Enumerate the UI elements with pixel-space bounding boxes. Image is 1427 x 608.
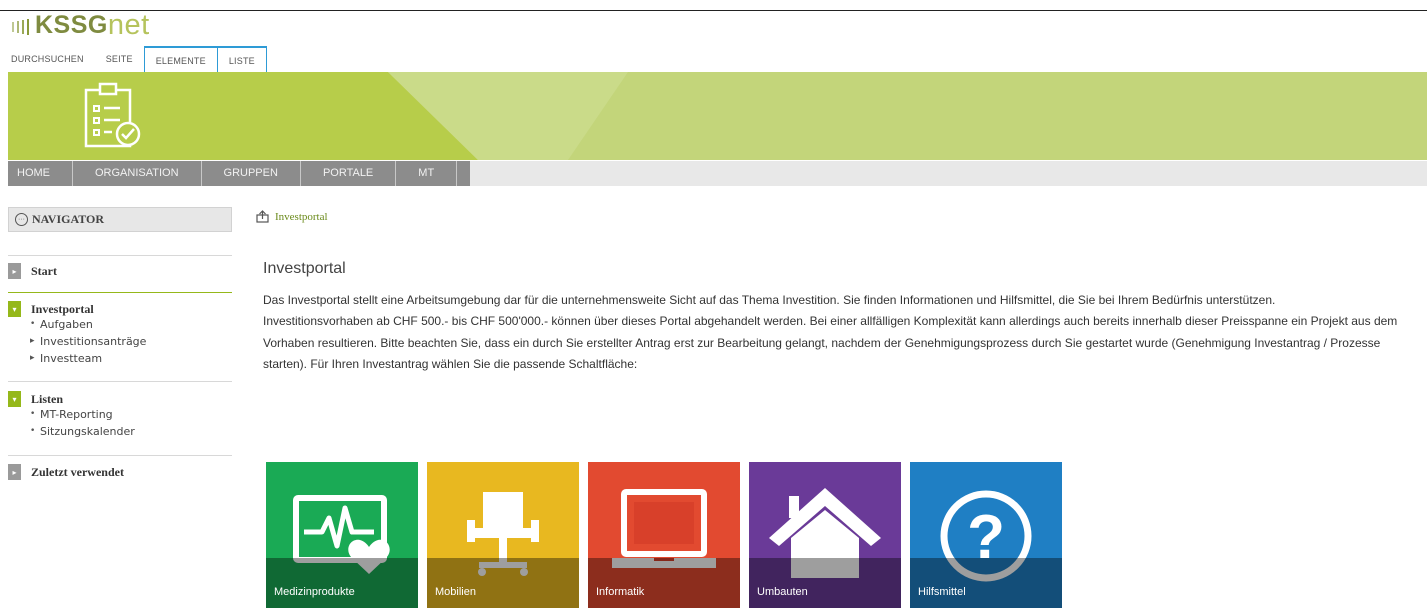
logo-text-kssg: KSSG — [35, 10, 108, 39]
tile-label: Informatik — [596, 586, 645, 598]
checklist-clipboard-icon — [84, 82, 141, 148]
logo-text-net: net — [107, 8, 150, 41]
sidebar-item-zuletzt-verwendet[interactable]: ▸ Zuletzt verwendet — [8, 463, 232, 481]
sidebar-subitem-label: Aufgaben — [40, 318, 93, 331]
bullet-icon: • — [30, 319, 36, 329]
sidebar-start: ▸ Start — [8, 262, 232, 280]
tile-umbauten[interactable]: Umbauten — [749, 462, 901, 608]
top-divider — [0, 10, 1427, 11]
sidebar-subitem-label: Investteam — [40, 352, 103, 365]
ribbon-tab-elemente[interactable]: ELEMENTE — [143, 46, 218, 73]
sidebar-subitem-mt-reporting[interactable]: • MT-Reporting — [8, 406, 232, 423]
tile-label: Mobilien — [435, 586, 476, 598]
tile-label: Hilfsmittel — [918, 586, 966, 598]
tile-label: Umbauten — [757, 586, 808, 598]
sidebar-subitem-aufgaben[interactable]: • Aufgaben — [8, 316, 232, 333]
header-banner — [8, 72, 1427, 160]
nav-mt[interactable]: MT — [396, 161, 458, 186]
sidebar-subitem-investitionsantraege[interactable]: ▸ Investitionsanträge — [8, 333, 232, 350]
main-navigation: HOME ORGANISATION GRUPPEN PORTALE MT — [8, 161, 470, 186]
sidebar-subitem-sitzungskalender[interactable]: • Sitzungskalender — [8, 423, 232, 440]
sidebar-divider — [8, 292, 232, 293]
navigator-toggle[interactable]: ··· NAVIGATOR — [8, 207, 232, 232]
ribbon-tab-durchsuchen[interactable]: DURCHSUCHEN — [0, 46, 95, 72]
sidebar-subitem-label: Sitzungskalender — [40, 425, 135, 438]
breadcrumb[interactable]: Investportal — [256, 210, 328, 223]
sidebar-divider — [8, 455, 232, 456]
sidebar-listen: ▾ Listen • MT-Reporting • Sitzungskalend… — [8, 390, 232, 440]
intro-paragraph-1: Das Investportal stellt eine Arbeitsumge… — [263, 293, 1276, 307]
nav-gruppen[interactable]: GRUPPEN — [202, 161, 301, 186]
intro-text: Das Investportal stellt eine Arbeitsumge… — [263, 290, 1403, 375]
collapse-arrow-icon: ▾ — [8, 301, 21, 317]
ribbon-tab-seite[interactable]: SEITE — [95, 46, 144, 72]
sidebar-item-label: Investportal — [31, 301, 94, 316]
intro-paragraph-2: Investitionsvorhaben ab CHF 500.- bis CH… — [263, 314, 1398, 371]
tile-hilfsmittel[interactable]: ? Hilfsmittel — [910, 462, 1062, 608]
sidebar-subitem-label: MT-Reporting — [40, 408, 113, 421]
nav-organisation[interactable]: ORGANISATION — [73, 161, 202, 186]
bullet-icon: • — [30, 426, 36, 436]
main-navigation-filler — [470, 161, 1427, 186]
sidebar-item-label: Start — [31, 263, 57, 278]
category-tiles: Medizinprodukte Mobilien Informatik Umba… — [266, 462, 1062, 608]
expand-arrow-icon: ▸ — [8, 464, 21, 480]
sidebar-zuletzt: ▸ Zuletzt verwendet — [8, 463, 232, 481]
collapse-arrow-icon: ▾ — [8, 391, 21, 407]
logo-bars-icon — [12, 19, 29, 35]
page-title: Investportal — [263, 260, 346, 277]
breadcrumb-label: Investportal — [275, 210, 328, 223]
ribbon-tabs: DURCHSUCHEN SEITE ELEMENTE LISTE — [0, 46, 267, 73]
sidebar-subitem-label: Investitionsanträge — [40, 335, 147, 348]
tile-mobilien[interactable]: Mobilien — [427, 462, 579, 608]
sidebar-subitem-investteam[interactable]: ▸ Investteam — [8, 350, 232, 367]
more-icon: ··· — [15, 213, 28, 226]
triangle-right-icon: ▸ — [30, 336, 35, 346]
sidebar-item-start[interactable]: ▸ Start — [8, 262, 232, 280]
sidebar-item-label: Listen — [31, 391, 64, 406]
navigator-label: NAVIGATOR — [32, 212, 105, 226]
tile-label: Medizinprodukte — [274, 586, 355, 598]
ribbon-tab-liste[interactable]: LISTE — [217, 46, 267, 73]
tile-medizinprodukte[interactable]: Medizinprodukte — [266, 462, 418, 608]
expand-arrow-icon: ▸ — [8, 263, 21, 279]
nav-portale[interactable]: PORTALE — [301, 161, 397, 186]
kssgnet-logo[interactable]: KSSG net — [12, 8, 150, 42]
banner-background — [8, 72, 1427, 160]
sidebar-item-label: Zuletzt verwendet — [31, 464, 124, 479]
tile-informatik[interactable]: Informatik — [588, 462, 740, 608]
bullet-icon: • — [30, 409, 36, 419]
triangle-right-icon: ▸ — [30, 353, 35, 363]
navigate-up-icon — [256, 210, 269, 223]
sidebar-divider — [8, 255, 232, 256]
nav-home[interactable]: HOME — [8, 161, 73, 186]
sidebar-divider — [8, 381, 232, 382]
sidebar-investportal: ▾ Investportal • Aufgaben ▸ Investitions… — [8, 300, 232, 367]
